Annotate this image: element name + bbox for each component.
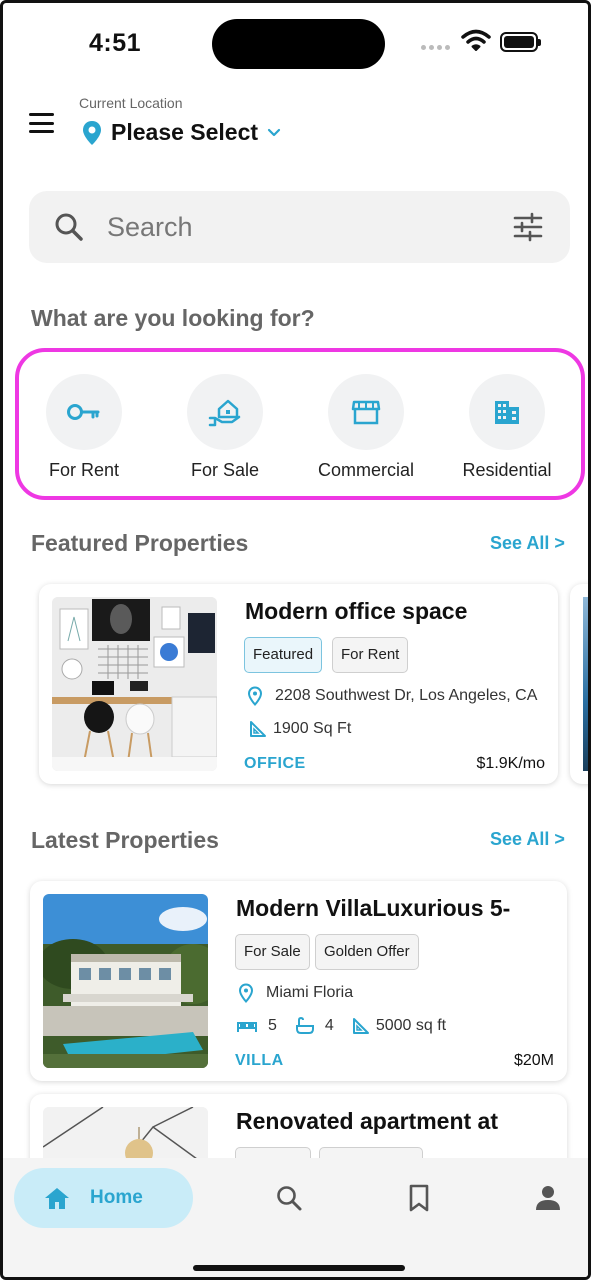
hamburger-menu-icon[interactable]	[29, 113, 54, 133]
category-label: Commercial	[317, 460, 414, 480]
property-address: 2208 Southwest Dr, Los Angeles, CA	[275, 687, 538, 704]
search-input[interactable]	[107, 191, 487, 263]
storefront-icon	[351, 400, 381, 425]
location-value: Please Select	[111, 119, 259, 145]
bottom-navigation: Home	[3, 1158, 588, 1277]
home-indicator	[193, 1265, 405, 1271]
search-icon[interactable]	[275, 1184, 303, 1212]
property-address-row: Miami Floria	[238, 983, 353, 1003]
bookmark-icon[interactable]	[407, 1184, 431, 1212]
nav-home-tab[interactable]: Home	[14, 1168, 193, 1228]
location-pin-icon	[247, 686, 263, 706]
featured-title: Featured Properties	[31, 530, 249, 556]
location-label: Current Location	[79, 95, 183, 111]
location-pin-icon	[238, 983, 254, 1003]
category-residential[interactable]: Residential	[442, 374, 572, 481]
property-address-row: 2208 Southwest Dr, Los Angeles, CA	[247, 686, 537, 706]
dynamic-island	[212, 19, 385, 69]
categories-highlight: For Rent For Sale Commercial Residential	[15, 348, 585, 500]
signal-icon	[421, 45, 450, 50]
property-type: OFFICE	[244, 755, 306, 772]
property-title: Modern VillaLuxurious 5-	[236, 895, 511, 921]
property-baths: 4	[324, 1017, 334, 1034]
location-pin-icon	[83, 120, 101, 145]
property-title: Modern office space	[245, 598, 468, 624]
home-icon	[45, 1188, 69, 1209]
property-image	[43, 894, 208, 1068]
ruler-icon	[352, 1018, 369, 1034]
building-icon	[495, 401, 519, 424]
search-bar[interactable]	[29, 191, 570, 263]
latest-title: Latest Properties	[31, 827, 219, 853]
latest-see-all-link[interactable]: See All >	[490, 829, 565, 850]
categories-title: What are you looking for?	[31, 305, 315, 331]
tag-featured: Featured	[244, 637, 323, 673]
filter-sliders-icon[interactable]	[512, 211, 544, 243]
category-label: For Sale	[190, 460, 260, 480]
house-hand-icon	[208, 399, 241, 427]
nav-home-label: Home	[90, 1187, 143, 1208]
location-selector[interactable]: Please Select	[81, 119, 282, 146]
profile-icon[interactable]	[535, 1184, 561, 1212]
property-price: $20M	[513, 1052, 554, 1069]
tag-for-sale: For Sale	[235, 934, 310, 970]
property-image	[52, 597, 217, 771]
property-area: 1900 Sq Ft	[273, 720, 352, 737]
status-time: 4:51	[89, 29, 142, 57]
featured-see-all-link[interactable]: See All >	[490, 533, 565, 554]
wifi-icon	[461, 29, 491, 58]
ruler-icon	[250, 721, 266, 737]
tag-for-rent: For Rent	[332, 637, 409, 673]
category-commercial[interactable]: Commercial	[301, 374, 431, 481]
featured-property-card-partial[interactable]	[570, 584, 588, 784]
chevron-down-icon	[267, 128, 281, 136]
bathtub-icon	[295, 1017, 314, 1034]
bed-icon	[237, 1022, 257, 1032]
property-title: Renovated apartment at	[236, 1108, 499, 1134]
property-area: 5000 sq ft	[375, 1017, 447, 1034]
property-beds: 5	[268, 1017, 277, 1034]
category-label: Residential	[462, 460, 552, 480]
category-for-sale[interactable]: For Sale	[160, 374, 290, 481]
property-features-row: 5 4 5000 sq ft	[236, 1017, 446, 1035]
category-for-rent[interactable]: For Rent	[19, 374, 149, 481]
phone-screen: 4:51 Current Location Please Select Sear…	[0, 0, 591, 1280]
latest-property-card[interactable]: Modern VillaLuxurious 5- For Sale Golden…	[30, 881, 567, 1081]
battery-icon	[500, 32, 541, 52]
property-price: $1.9K/mo	[476, 755, 545, 772]
category-label: For Rent	[48, 460, 120, 480]
featured-property-card[interactable]: Modern office space Featured For Rent 22…	[39, 584, 558, 784]
property-area-row: 1900 Sq Ft	[249, 720, 351, 738]
property-address: Miami Floria	[266, 984, 354, 1001]
tag-golden-offer: Golden Offer	[315, 934, 419, 970]
property-type: VILLA	[235, 1052, 284, 1069]
key-icon	[67, 404, 100, 420]
search-icon	[55, 213, 83, 241]
